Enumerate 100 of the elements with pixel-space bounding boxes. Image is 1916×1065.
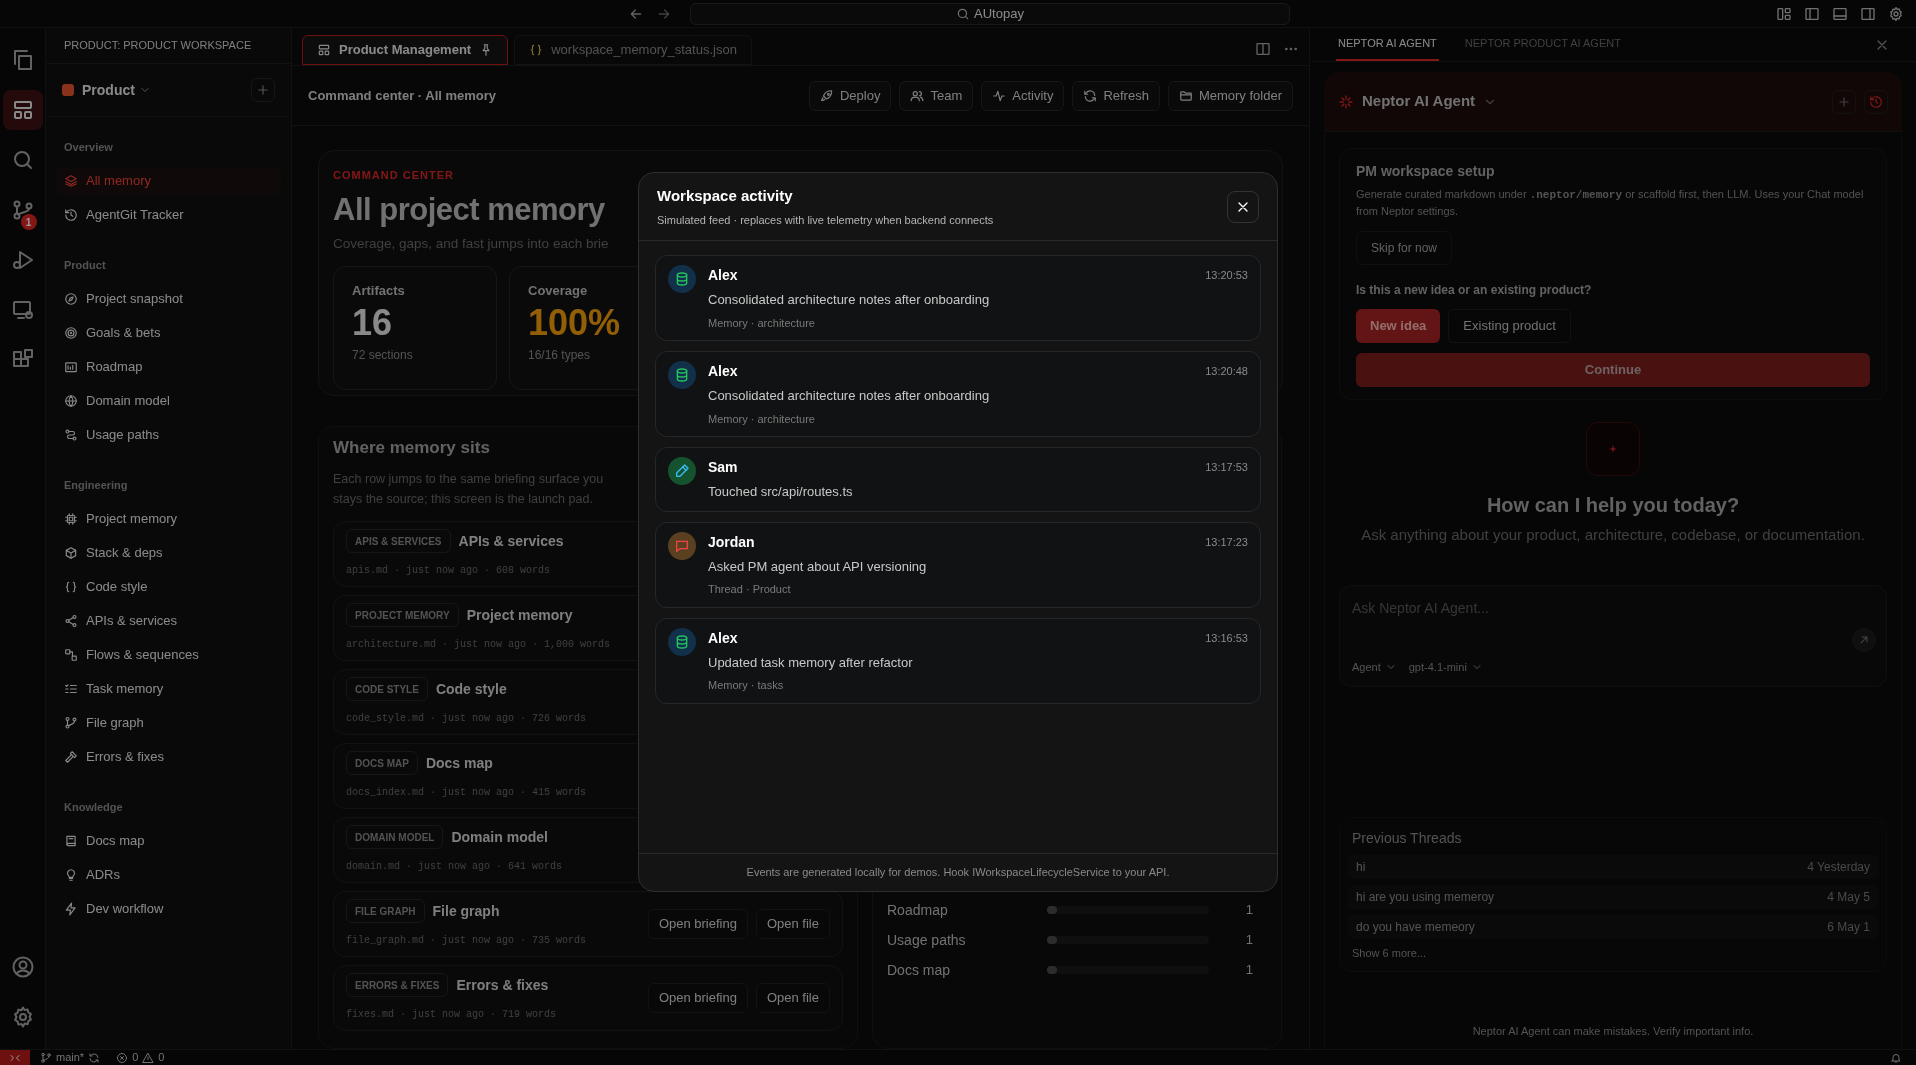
history-icon (64, 208, 78, 222)
remote-button[interactable] (0, 1050, 30, 1065)
mode-dropdown[interactable]: Agent (1352, 659, 1397, 676)
row-action-button[interactable]: Open briefing (647, 908, 748, 939)
bottom-panel-icon[interactable] (1832, 5, 1848, 22)
welcome-subtitle: Ask anything about your product, architecture, codebase, or documentation. (1361, 525, 1865, 545)
plus-icon (256, 83, 270, 97)
breadcrumb: Command center · All memory (308, 86, 497, 105)
stat-detail: 16/16 types (528, 347, 592, 365)
setup-description: Generate curated markdown under .neptor/memory or scaffold first, then LLM. Uses your Chat model from Neptor settings. (1356, 187, 1865, 219)
skip-button[interactable]: Skip for now (1356, 231, 1453, 265)
layout-icon (317, 43, 331, 57)
sidebar-item[interactable]: Project snapshot (56, 285, 281, 313)
sidebar-item[interactable]: Dev workflow (56, 895, 281, 923)
activity-bar-item[interactable] (2, 90, 43, 130)
branch-icon (64, 716, 78, 730)
toolbar-button[interactable]: Team (899, 80, 974, 111)
folder-icon (1178, 88, 1193, 103)
coverage-count: 1 (1245, 961, 1253, 980)
problems-status[interactable]: 0 0 (116, 1049, 165, 1065)
sidebar-item[interactable]: Usage paths (56, 421, 281, 449)
description-line: Each row jumps to the same briefing surface you (333, 470, 604, 488)
stat-value: 16 (352, 301, 394, 346)
row-title: Errors & fixes (456, 975, 549, 995)
question: Is this a new idea or an existing product? (1356, 282, 1593, 299)
choice-button[interactable]: New idea (1356, 309, 1441, 343)
rocket-icon (819, 88, 834, 103)
database-icon (674, 271, 690, 287)
right-panel-icon[interactable] (1860, 5, 1876, 22)
target-icon (64, 326, 78, 340)
panel-tab[interactable]: NEPTOR AI AGENT (1336, 28, 1439, 61)
coverage-label: Roadmap (887, 900, 949, 920)
search-icon (956, 6, 971, 21)
monitor-icon (10, 298, 35, 322)
timestamp: 13:17:53 (1205, 460, 1248, 476)
users-icon (910, 88, 925, 103)
tag: CODE STYLE (346, 677, 428, 701)
workspace-dropdown[interactable]: Product (82, 79, 151, 101)
branch-status[interactable]: main* (40, 1049, 101, 1065)
split-editor-icon[interactable] (1255, 41, 1271, 57)
toolbar-button[interactable]: Activity (981, 80, 1065, 111)
choice-button[interactable]: Existing product (1448, 309, 1571, 343)
user-name: Sam (708, 458, 738, 477)
activity-meta: Memory · architecture (708, 411, 816, 427)
sidebar-item[interactable]: Project memory (56, 505, 281, 533)
agent-dropdown[interactable]: Neptor AI Agent (1362, 90, 1498, 113)
history-button[interactable] (1864, 89, 1888, 114)
checklist-icon (64, 682, 78, 696)
model-dropdown[interactable]: gpt-4.1-mini (1408, 659, 1483, 676)
error-icon (116, 1051, 129, 1064)
tag: ERRORS & FIXES (346, 973, 449, 997)
activity-text: Consolidated architecture notes after onboarding (708, 291, 991, 309)
sidebar-item[interactable]: ADRs (56, 861, 281, 889)
section-label: Product (63, 257, 107, 273)
sidebar-item[interactable]: Roadmap (56, 353, 281, 381)
route-icon (64, 428, 78, 442)
sidebar-item[interactable]: Flows & sequences (56, 641, 281, 669)
workspace-color-icon (62, 84, 74, 96)
stat-value: 100% (528, 301, 622, 346)
sidebar-item[interactable]: Stack & deps (56, 539, 281, 567)
activity-bar-item[interactable]: 1 (2, 190, 43, 230)
editor-tab[interactable]: workspace_memory_status.json (514, 35, 752, 65)
bolt-icon (64, 902, 78, 916)
sidebar-item[interactable]: Errors & fixes (56, 743, 281, 771)
sidebar-item[interactable]: Code style (56, 573, 281, 601)
search-field[interactable]: AUtopay (690, 2, 1290, 25)
activity-meta: Memory · tasks (708, 678, 785, 693)
bell-icon[interactable] (1890, 1051, 1902, 1064)
sidebar-item[interactable]: Docs map (56, 827, 281, 855)
share-icon (64, 614, 78, 628)
sidebar-item[interactable]: Goals & bets (56, 319, 281, 347)
settings-icon[interactable] (1888, 5, 1904, 22)
toolbar-button[interactable]: Refresh (1072, 80, 1160, 111)
sidebar-item[interactable]: File graph (56, 709, 281, 737)
layers-icon (64, 174, 78, 188)
welcome-title: How can I help you today? (1486, 493, 1740, 518)
sidebar-item[interactable]: AgentGit Tracker (56, 201, 281, 229)
flow-icon (64, 648, 78, 662)
toolbar-button[interactable]: Memory folder (1167, 80, 1293, 111)
show-more-link[interactable]: Show 6 more... (1348, 944, 1430, 961)
sidebar-item[interactable]: Domain model (56, 387, 281, 415)
stat-detail: 72 sections (352, 347, 414, 365)
sidebar-title: PRODUCT: PRODUCT WORKSPACE (64, 38, 252, 54)
close-button[interactable] (1227, 190, 1259, 223)
section-title: Where memory sits (333, 437, 491, 459)
left-panel-icon[interactable] (1804, 5, 1820, 22)
row-action-button[interactable]: Open briefing (647, 982, 748, 1013)
toolbar-button[interactable]: Deploy (808, 80, 892, 111)
row-action-button[interactable]: Open file (755, 982, 830, 1013)
layout-icon[interactable] (1776, 5, 1792, 22)
dialog-subtitle: Simulated feed · replaces with live telemetry when backend connects (657, 212, 994, 228)
account-icon (10, 955, 35, 979)
activity-meta: Thread · Product (708, 582, 792, 597)
tag: DOCS MAP (346, 751, 418, 775)
row-action-button[interactable]: Open file (755, 908, 830, 939)
sidebar-item[interactable]: APIs & services (56, 607, 281, 635)
editor-tab[interactable]: Product Management (302, 35, 509, 65)
coverage-count: 1 (1245, 901, 1253, 920)
braces-icon (529, 43, 544, 57)
sidebar-item[interactable]: Task memory (56, 675, 281, 703)
